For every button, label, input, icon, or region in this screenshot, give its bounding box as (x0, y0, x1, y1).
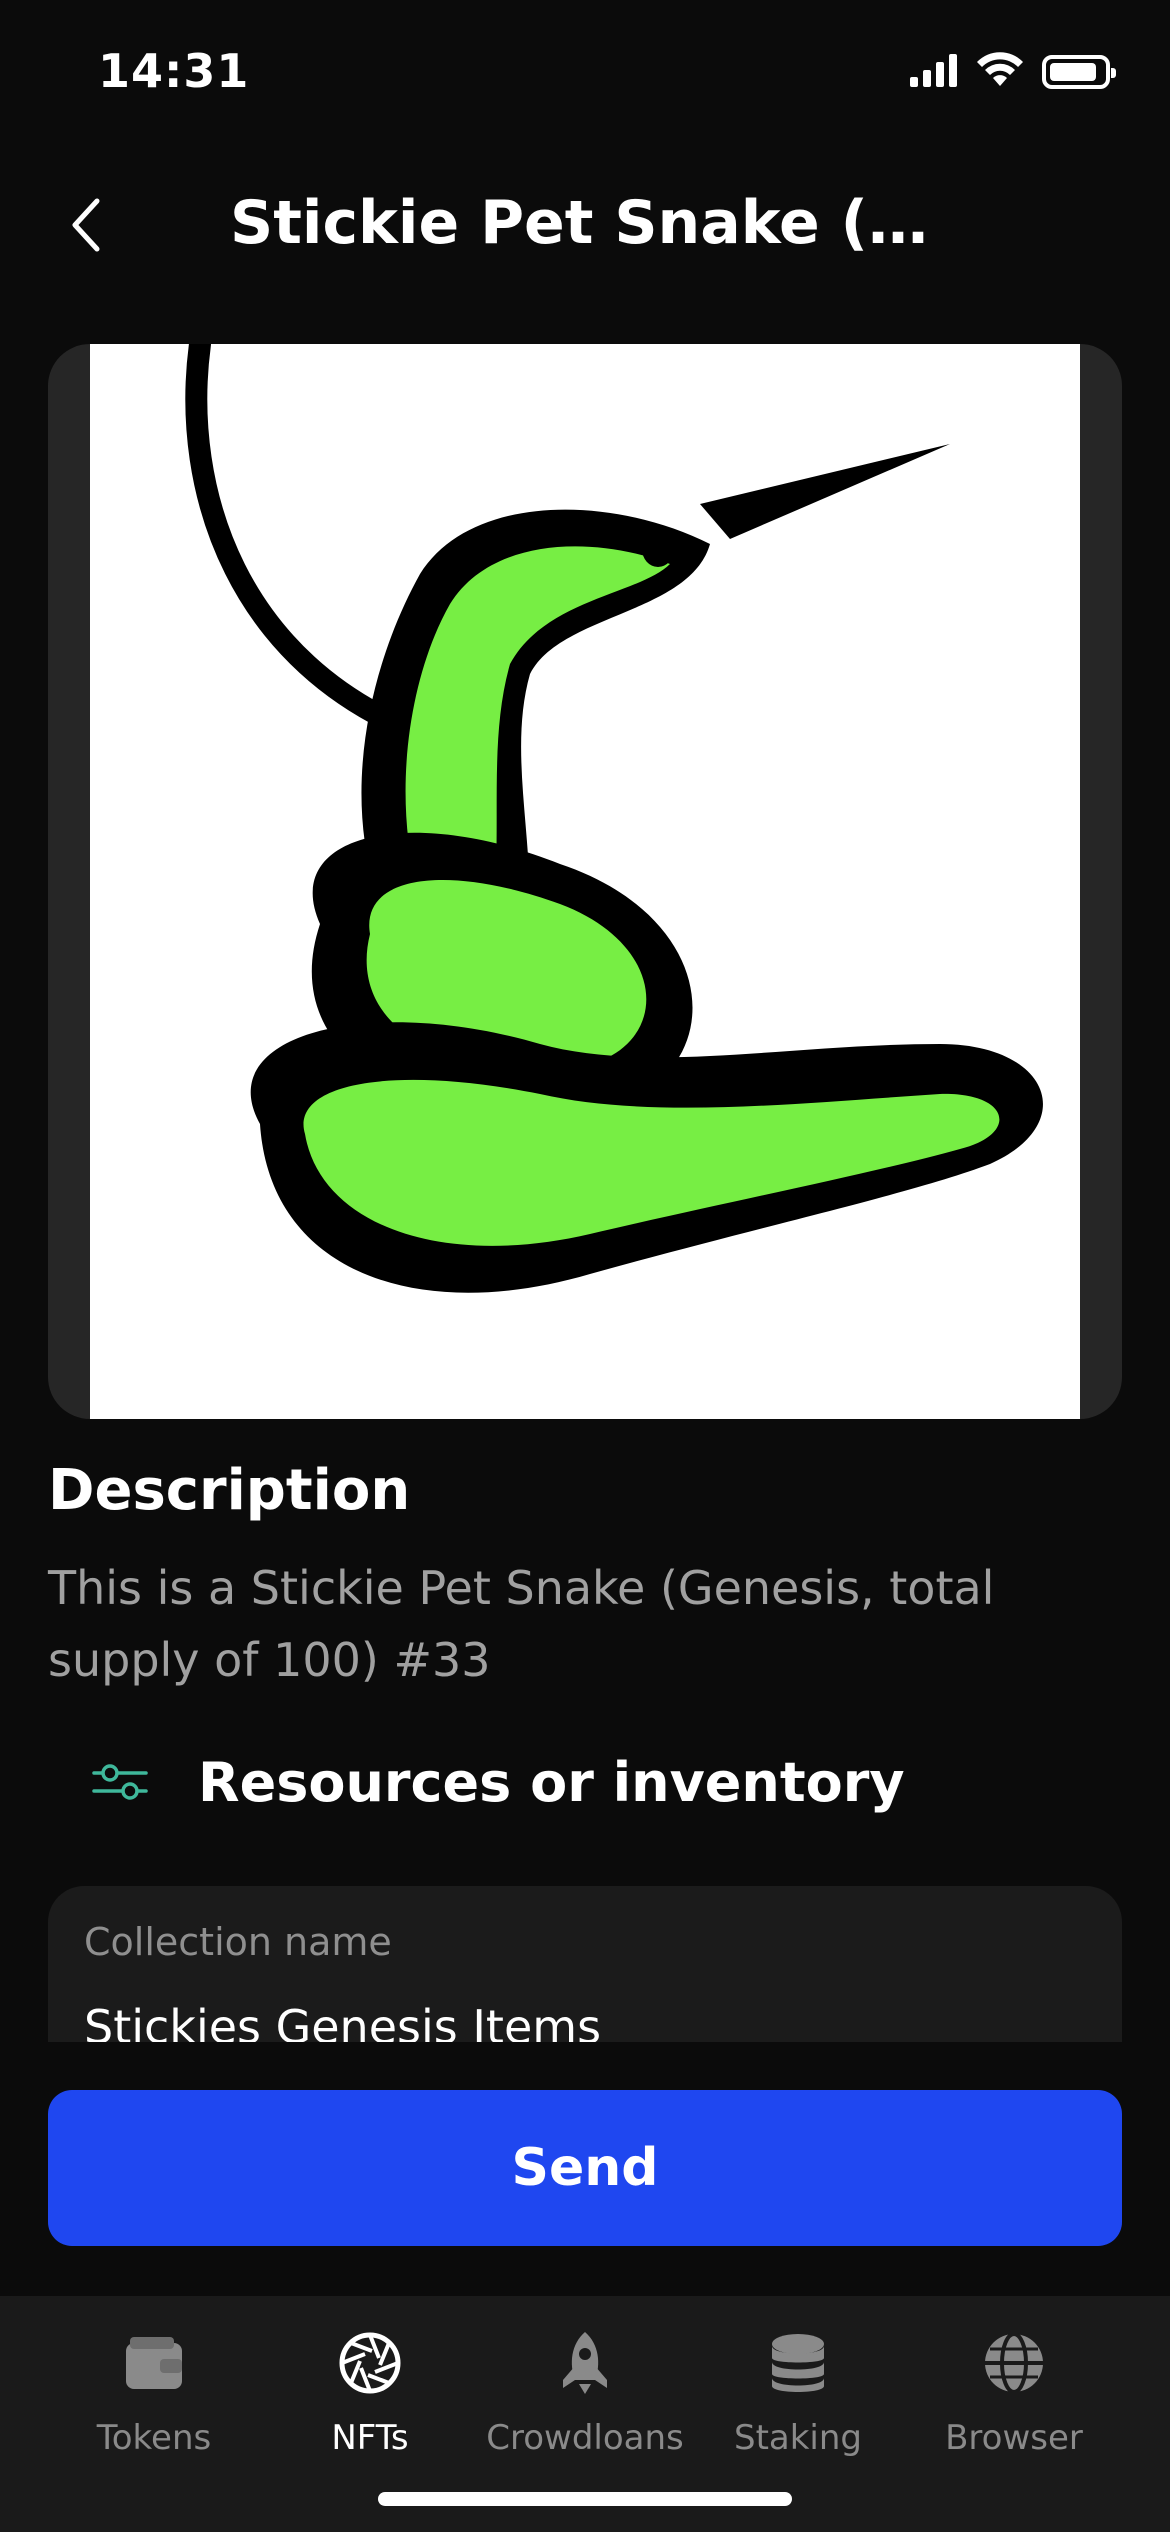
collection-card-viewport: Collection name Stickies Genesis Items (48, 1886, 1122, 2042)
tab-browser[interactable]: Browser (904, 2328, 1124, 2458)
status-time: 14:31 (98, 44, 250, 98)
collection-value: Stickies Genesis Items (84, 2000, 602, 2042)
signal-icon (910, 53, 958, 91)
tab-crowdloans[interactable]: Crowdloans (475, 2328, 695, 2458)
description-text: This is a Stickie Pet Snake (Genesis, to… (48, 1561, 995, 1687)
globe-icon (979, 2328, 1049, 2398)
sliders-icon (80, 1752, 160, 1812)
description-title: Description (48, 1458, 411, 1523)
send-button[interactable]: Send (48, 2090, 1122, 2246)
page-title: Stickie Pet Snake (Gen… (230, 188, 950, 258)
wifi-icon (976, 52, 1024, 92)
chevron-left-icon (72, 198, 100, 252)
collection-label: Collection name (84, 1920, 392, 1964)
rocket-icon (550, 2328, 620, 2398)
nft-image-card[interactable] (48, 344, 1122, 1419)
wallet-icon (119, 2328, 189, 2398)
snake-artwork (185, 344, 1043, 1293)
tab-tokens[interactable]: Tokens (44, 2328, 264, 2458)
tab-label-crowdloans: Crowdloans (486, 2418, 684, 2458)
home-indicator (378, 2492, 792, 2506)
aperture-icon (335, 2328, 405, 2398)
back-button[interactable] (52, 190, 122, 260)
tab-label-staking: Staking (733, 2418, 862, 2458)
tab-label-tokens: Tokens (96, 2418, 212, 2458)
header: Stickie Pet Snake (Gen… (0, 160, 1170, 290)
nft-image (90, 344, 1080, 1419)
status-icons (910, 52, 1116, 92)
resources-row[interactable]: Resources or inventory (48, 1740, 1122, 1824)
resources-label: Resources or inventory (198, 1750, 905, 1814)
tab-nfts[interactable]: NFTs (260, 2328, 480, 2458)
tab-staking[interactable]: Staking (688, 2328, 908, 2458)
status-bar: 14:31 (0, 0, 1170, 140)
coins-stack-icon (763, 2328, 833, 2398)
tab-label-browser: Browser (945, 2418, 1083, 2458)
collection-card: Collection name Stickies Genesis Items (48, 1886, 1122, 2042)
tab-label-nfts: NFTs (331, 2418, 409, 2458)
battery-icon (1042, 55, 1116, 89)
